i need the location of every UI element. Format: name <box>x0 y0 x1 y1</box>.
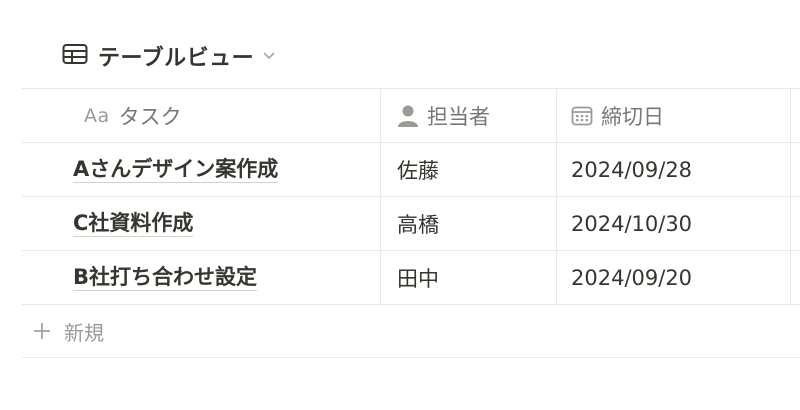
chevron-down-icon[interactable] <box>262 51 276 61</box>
task-cell[interactable]: Aさんデザイン案作成 <box>22 143 380 196</box>
due-date-value: 2024/09/28 <box>571 157 693 182</box>
assignee-value: 田中 <box>397 266 439 291</box>
person-icon <box>397 104 419 128</box>
due-date-cell[interactable]: 2024/10/30 <box>556 197 790 250</box>
column-header-extra <box>790 89 800 142</box>
due-date-cell[interactable]: 2024/09/28 <box>556 143 790 196</box>
assignee-cell[interactable]: 田中 <box>380 251 556 304</box>
due-date-value: 2024/10/30 <box>571 211 693 236</box>
task-title[interactable]: B社打ち合わせ設定 <box>73 265 258 291</box>
task-title[interactable]: C社資料作成 <box>73 211 194 237</box>
new-row-button[interactable]: 新規 <box>22 305 800 358</box>
view-header[interactable]: テーブルビュー <box>62 38 276 74</box>
extra-cell <box>790 251 800 304</box>
task-title[interactable]: Aさんデザイン案作成 <box>73 157 279 183</box>
task-cell[interactable]: B社打ち合わせ設定 <box>22 251 380 304</box>
column-header-task[interactable]: Aa タスク <box>22 89 380 142</box>
column-header-assignee[interactable]: 担当者 <box>380 89 556 142</box>
column-header-due[interactable]: 締切日 <box>556 89 790 142</box>
text-type-icon: Aa <box>84 104 110 127</box>
table-icon <box>62 43 88 69</box>
calendar-icon <box>571 105 593 127</box>
view-title: テーブルビュー <box>98 46 255 71</box>
extra-cell <box>790 143 800 196</box>
database-table: Aa タスク 担当者 締切日 Aさんデザイン案作成 佐藤 2024/09/28 … <box>22 88 800 358</box>
table-header-row: Aa タスク 担当者 締切日 <box>22 88 800 143</box>
assignee-cell[interactable]: 高橋 <box>380 197 556 250</box>
table-row[interactable]: B社打ち合わせ設定 田中 2024/09/20 <box>22 251 800 305</box>
new-row-label: 新規 <box>64 320 104 345</box>
column-label: 締切日 <box>601 104 664 129</box>
table-row[interactable]: C社資料作成 高橋 2024/10/30 <box>22 197 800 251</box>
task-cell[interactable]: C社資料作成 <box>22 197 380 250</box>
plus-icon <box>32 321 52 341</box>
column-label: タスク <box>118 104 182 129</box>
assignee-value: 佐藤 <box>397 158 439 183</box>
table-row[interactable]: Aさんデザイン案作成 佐藤 2024/09/28 <box>22 143 800 197</box>
assignee-cell[interactable]: 佐藤 <box>380 143 556 196</box>
assignee-value: 高橋 <box>397 212 439 237</box>
column-label: 担当者 <box>427 104 490 129</box>
due-date-cell[interactable]: 2024/09/20 <box>556 251 790 304</box>
extra-cell <box>790 197 800 250</box>
due-date-value: 2024/09/20 <box>571 265 693 290</box>
